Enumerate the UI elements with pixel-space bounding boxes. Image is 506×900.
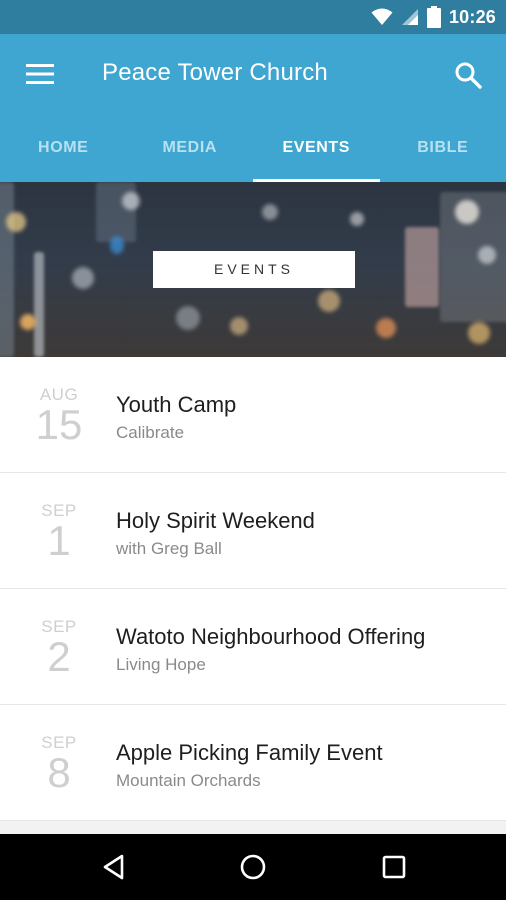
event-date: SEP 8 [26,733,92,794]
battery-icon [426,6,441,28]
signal-icon [401,9,418,25]
event-title: Apple Picking Family Event [116,740,383,765]
bokeh-light [176,306,200,330]
events-list: AUG 15 Youth Camp Calibrate SEP 1 Holy S… [0,357,506,821]
bokeh-light [72,267,94,289]
bokeh-light [6,212,26,232]
tab-events[interactable]: EVENTS [253,114,380,182]
event-date: SEP 1 [26,501,92,562]
light-streak [405,227,439,307]
wifi-icon [371,8,393,25]
event-item[interactable]: SEP 8 Apple Picking Family Event Mountai… [0,705,506,821]
event-item[interactable]: AUG 15 Youth Camp Calibrate [0,357,506,473]
bokeh-light [318,290,340,312]
tab-bar: HOME MEDIA EVENTS BIBLE [0,114,506,182]
status-icons: 10:26 [371,0,496,34]
event-subtitle: Mountain Orchards [116,771,261,790]
event-day: 15 [35,401,83,448]
event-item[interactable]: SEP 2 Watoto Neighbourhood Offering Livi… [0,589,506,705]
event-date: AUG 15 [26,385,92,446]
bokeh-light [20,314,36,330]
app-title: Peace Tower Church [102,59,328,86]
bokeh-light [230,317,248,335]
event-day: 1 [47,517,71,564]
hero-banner: EVENTS [0,182,506,357]
menu-icon[interactable] [26,64,54,84]
event-title: Watoto Neighbourhood Offering [116,624,426,649]
bokeh-light [478,246,496,264]
event-title: Holy Spirit Weekend [116,508,315,533]
tab-home[interactable]: HOME [0,114,127,182]
tab-media[interactable]: MEDIA [127,114,254,182]
event-day: 2 [47,633,71,680]
navigation-bar [0,834,506,900]
event-day: 8 [47,749,71,796]
home-icon[interactable] [237,851,269,883]
recents-icon[interactable] [378,851,410,883]
tab-bible[interactable]: BIBLE [380,114,506,182]
status-time: 10:26 [448,6,496,27]
event-subtitle: Living Hope [116,655,206,674]
event-subtitle: Calibrate [116,423,185,442]
event-date: SEP 2 [26,617,92,678]
bokeh-light [468,322,490,344]
light-streak [0,182,14,357]
bokeh-light [110,236,124,254]
event-item[interactable]: SEP 1 Holy Spirit Weekend with Greg Ball [0,473,506,589]
light-streak [34,252,44,357]
hero-label: EVENTS [153,251,355,288]
back-icon[interactable] [98,851,130,883]
app-bar: Peace Tower Church [0,34,506,114]
light-streak [96,182,136,242]
bokeh-light [376,318,396,338]
search-icon[interactable] [454,61,482,89]
bokeh-light [122,192,140,210]
bokeh-light [455,200,479,224]
bokeh-light [262,204,278,220]
event-title: Youth Camp [116,392,237,417]
status-bar: 10:26 [0,0,506,34]
bokeh-light [350,212,364,226]
event-subtitle: with Greg Ball [116,539,222,558]
